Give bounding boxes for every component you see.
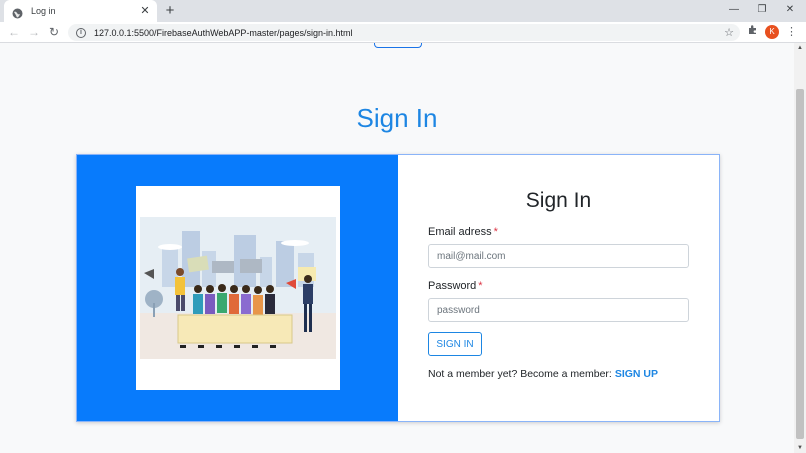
menu-icon[interactable]: ⋮ (786, 24, 797, 40)
page-viewport: Sign In Sign In Email adress * mail@mail… (0, 43, 794, 453)
browser-tab[interactable]: Log in ✕ (4, 0, 157, 22)
protest-illustration (140, 217, 336, 359)
extensions-icon[interactable] (746, 24, 760, 40)
back-button[interactable]: ← (6, 24, 22, 40)
required-marker: * (478, 280, 483, 292)
password-field[interactable] (428, 298, 689, 322)
navbar-button-partial[interactable] (374, 43, 422, 48)
password-label-text: Password (428, 280, 477, 292)
info-icon[interactable]: i (76, 27, 86, 38)
page-scrollbar[interactable]: ▲ ▼ (794, 43, 806, 453)
close-window-button[interactable]: ✕ (776, 0, 804, 22)
forward-button[interactable]: → (26, 24, 42, 40)
sign-up-link[interactable]: SIGN UP (615, 368, 658, 380)
globe-icon (12, 6, 23, 18)
new-tab-button[interactable]: + (162, 3, 178, 19)
scroll-up-icon[interactable]: ▲ (794, 43, 806, 53)
email-field[interactable] (428, 244, 689, 268)
tab-close-icon[interactable]: ✕ (139, 5, 151, 17)
illustration-frame (136, 186, 340, 390)
scroll-down-icon[interactable]: ▼ (794, 443, 806, 453)
email-label: Email adress * (428, 226, 498, 238)
url-text[interactable]: 127.0.0.1:5500/FirebaseAuthWebAPP-master… (94, 28, 724, 38)
browser-toolbar: ← → ↻ i 127.0.0.1:5500/FirebaseAuthWebAP… (0, 22, 806, 43)
member-prompt-text: Not a member yet? Become a member: (428, 368, 612, 380)
scrollbar-thumb[interactable] (796, 89, 804, 439)
address-bar[interactable]: i 127.0.0.1:5500/FirebaseAuthWebAPP-mast… (68, 24, 740, 41)
password-label: Password * (428, 280, 483, 292)
email-label-text: Email adress (428, 226, 492, 238)
form-panel: Sign In Email adress* Password* SIGN IN … (398, 155, 719, 421)
signin-card: Sign In Email adress* Password* SIGN IN … (76, 154, 720, 422)
page-title: Sign In (356, 103, 438, 133)
browser-tab-strip: Log in ✕ + — ❐ ✕ (0, 0, 806, 22)
star-icon[interactable]: ☆ (724, 26, 734, 39)
minimize-button[interactable]: — (720, 0, 748, 22)
required-marker: * (493, 226, 498, 238)
sign-in-button[interactable]: SIGN IN (428, 332, 482, 356)
form-title: Sign In (525, 189, 592, 212)
member-prompt: Not a member yet? Become a member: SIGN U… (428, 368, 658, 380)
tab-title: Log in (31, 6, 56, 16)
restore-button[interactable]: ❐ (748, 0, 776, 22)
profile-avatar[interactable]: K (765, 25, 779, 39)
illustration-panel (77, 155, 398, 421)
reload-button[interactable]: ↻ (46, 24, 62, 40)
